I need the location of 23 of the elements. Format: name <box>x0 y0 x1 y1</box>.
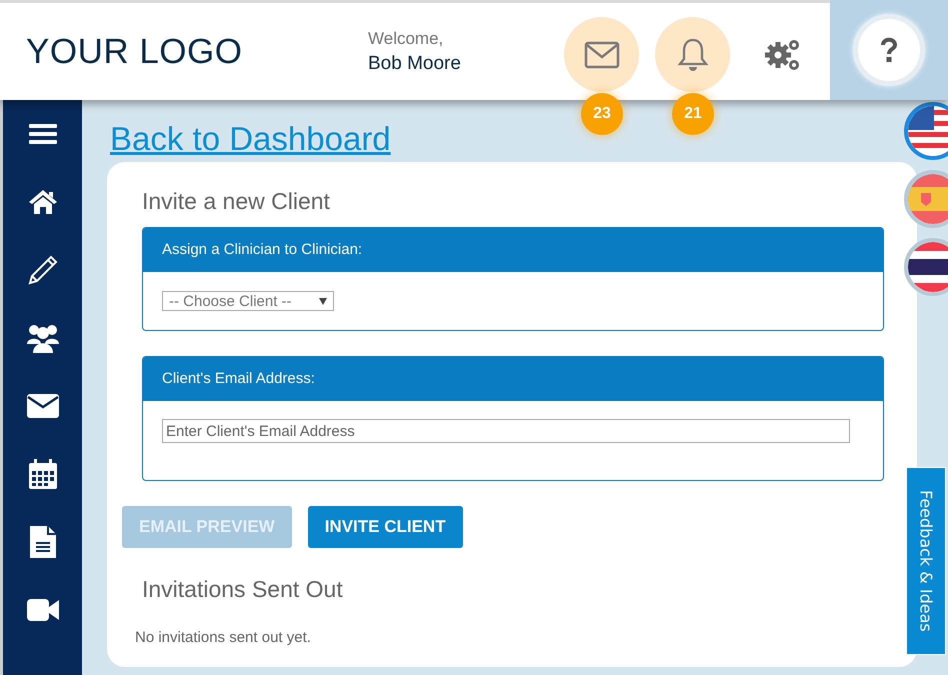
help-button[interactable] <box>853 14 925 86</box>
envelope-icon <box>584 40 620 68</box>
count-badge: 21 <box>672 93 714 135</box>
panel-heading: Client's Email Address: <box>143 357 883 401</box>
client-dropdown[interactable]: -- Choose Client -- <box>162 291 334 311</box>
back-link[interactable]: Back to Dashboard <box>110 120 391 158</box>
user-name: Bob Moore <box>368 52 462 74</box>
flag-icon[interactable] <box>904 102 948 160</box>
calendar-icon[interactable] <box>28 456 58 492</box>
email-input-field[interactable]: Enter Client's Email Address <box>162 419 850 443</box>
caret-icon <box>319 298 327 304</box>
feedback-tab[interactable]: Feedback & Ideas <box>906 467 946 655</box>
document-icon[interactable] <box>30 524 56 560</box>
bell-icon <box>676 36 708 72</box>
logo: YOUR LOGO <box>26 32 244 72</box>
welcome-text: Welcome, <box>368 28 444 48</box>
count-badge: 23 <box>581 93 623 135</box>
empty-message: No invitations sent out yet. <box>135 629 312 646</box>
panel-heading: Assign a Clinician to Clinician: <box>143 228 883 272</box>
section-title: Invitations Sent Out <box>142 576 344 603</box>
invite-button[interactable]: INVITE CLIENT <box>308 506 463 548</box>
question-mark-icon <box>880 37 898 63</box>
section-title: Invite a new Client <box>142 188 331 215</box>
